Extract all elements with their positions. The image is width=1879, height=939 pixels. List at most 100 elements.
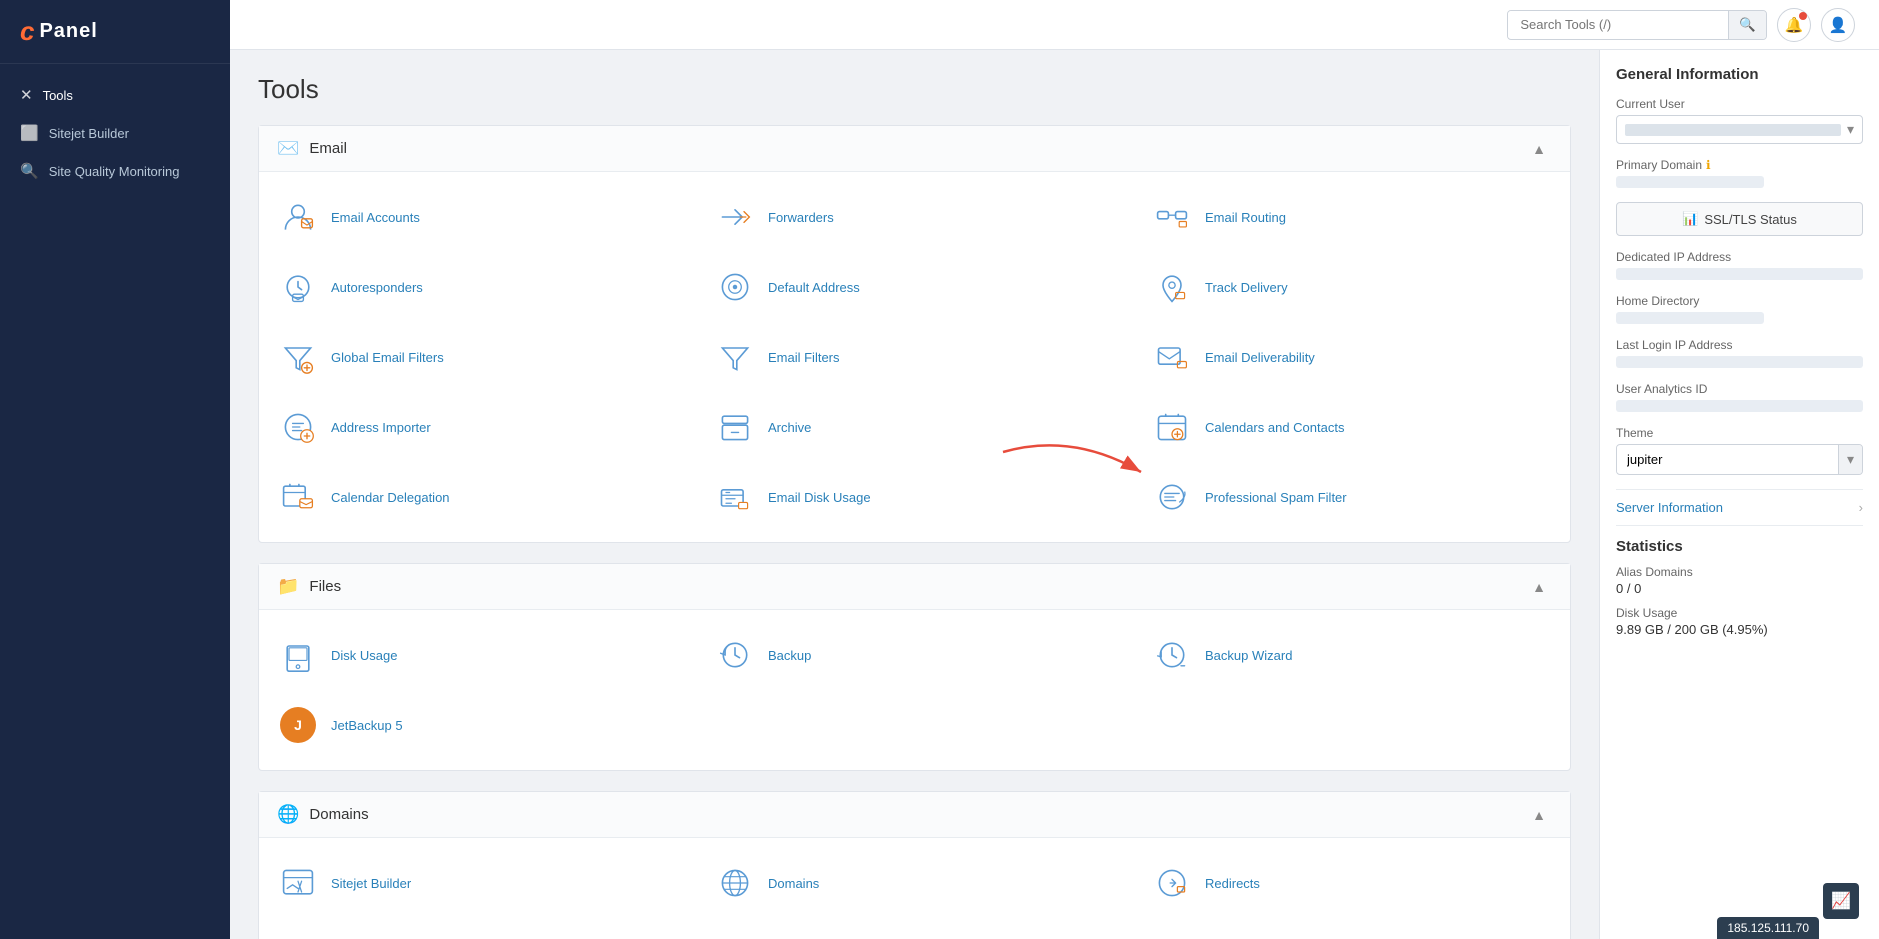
email-deliverability-icon <box>1151 336 1193 378</box>
domains-section-icon: 🌐 <box>277 804 299 825</box>
theme-select-caret: ▾ <box>1838 445 1862 474</box>
sidebar-item-sqm-label: Site Quality Monitoring <box>49 164 180 179</box>
track-delivery-label: Track Delivery <box>1205 280 1288 295</box>
theme-select-wrap: jupiter ▾ <box>1616 444 1863 475</box>
primary-domain-value <box>1616 176 1764 188</box>
notification-dot <box>1799 12 1807 20</box>
theme-select[interactable]: jupiter <box>1617 446 1838 473</box>
email-routing-icon <box>1151 196 1193 238</box>
tool-redirects[interactable]: Redirects <box>1133 848 1570 918</box>
current-user-label: Current User <box>1616 97 1863 111</box>
email-routing-label: Email Routing <box>1205 210 1286 225</box>
tool-dynamic-dns[interactable]: Dynamic DNS <box>696 918 1133 939</box>
tool-global-email-filters[interactable]: Global Email Filters <box>259 322 696 392</box>
alias-domains-stat: Alias Domains 0 / 0 <box>1616 565 1863 596</box>
domains-label: Domains <box>768 876 819 891</box>
tool-calendar-delegation[interactable]: Calendar Delegation <box>259 462 696 532</box>
track-delivery-icon <box>1151 266 1193 308</box>
home-dir-field: Home Directory <box>1616 294 1863 324</box>
email-section-title: Email <box>309 140 347 157</box>
calendars-contacts-label: Calendars and Contacts <box>1205 420 1344 435</box>
calendar-delegation-icon <box>277 476 319 518</box>
backup-wizard-icon <box>1151 634 1193 676</box>
email-accounts-label: Email Accounts <box>331 210 420 225</box>
current-user-field: Current User ▾ <box>1616 97 1863 144</box>
sidebar-item-sqm[interactable]: 🔍 Site Quality Monitoring <box>0 152 230 190</box>
user-dropdown-icon[interactable]: ▾ <box>1847 121 1854 138</box>
analytics-id-label: User Analytics ID <box>1616 382 1863 396</box>
tool-archive[interactable]: Archive <box>696 392 1133 462</box>
domains-icon <box>714 862 756 904</box>
domains-collapse-button[interactable]: ▲ <box>1526 805 1552 825</box>
dedicated-ip-field: Dedicated IP Address <box>1616 250 1863 280</box>
home-dir-label: Home Directory <box>1616 294 1863 308</box>
forwarders-label: Forwarders <box>768 210 834 225</box>
email-filters-label: Email Filters <box>768 350 840 365</box>
sitejet-label: Sitejet Builder <box>331 876 411 891</box>
tool-backup[interactable]: Backup <box>696 620 1133 690</box>
tool-track-delivery[interactable]: Track Delivery <box>1133 252 1570 322</box>
email-collapse-button[interactable]: ▲ <box>1526 139 1552 159</box>
forwarders-icon <box>714 196 756 238</box>
home-dir-value <box>1616 312 1764 324</box>
tool-default-address[interactable]: Default Address <box>696 252 1133 322</box>
last-login-label: Last Login IP Address <box>1616 338 1863 352</box>
tool-email-accounts[interactable]: Email Accounts <box>259 182 696 252</box>
domains-tools-grid: Sitejet Builder Domains <box>259 838 1570 939</box>
archive-label: Archive <box>768 420 811 435</box>
tool-backup-wizard[interactable]: Backup Wizard <box>1133 620 1570 690</box>
sidebar-item-tools-label: Tools <box>43 88 73 103</box>
disk-usage-icon <box>277 634 319 676</box>
tool-email-filters[interactable]: Email Filters <box>696 322 1133 392</box>
files-section: 📁 Files ▲ <box>258 563 1571 771</box>
analytics-id-value <box>1616 400 1863 412</box>
default-address-label: Default Address <box>768 280 860 295</box>
email-tools-grid: Email Accounts Forwarders <box>259 172 1570 542</box>
primary-domain-field: Primary Domain ℹ <box>1616 158 1863 188</box>
tool-sitejet-builder[interactable]: Sitejet Builder <box>259 848 696 918</box>
tool-email-deliverability[interactable]: Email Deliverability <box>1133 322 1570 392</box>
tool-forwarders[interactable]: Forwarders <box>696 182 1133 252</box>
search-button[interactable]: 🔍 <box>1728 11 1766 39</box>
files-collapse-button[interactable]: ▲ <box>1526 577 1552 597</box>
tool-email-routing[interactable]: Email Routing <box>1133 182 1570 252</box>
tool-zone-editor[interactable]: Zone Editor <box>259 918 696 939</box>
sidebar-nav: ✕ Tools ⬜ Sitejet Builder 🔍 Site Quality… <box>0 64 230 202</box>
archive-icon <box>714 406 756 448</box>
ssl-tls-button[interactable]: 📊 SSL/TLS Status <box>1616 202 1863 236</box>
wrench-icon: ✕ <box>20 86 33 104</box>
alias-domains-value: 0 / 0 <box>1616 581 1863 596</box>
search-input[interactable] <box>1508 11 1728 38</box>
notifications-button[interactable]: 🔔 <box>1777 8 1811 42</box>
tool-disk-usage[interactable]: Disk Usage <box>259 620 696 690</box>
tool-calendars-contacts[interactable]: Calendars and Contacts <box>1133 392 1570 462</box>
email-section-icon: ✉️ <box>277 138 299 159</box>
sidebar-item-sitejet[interactable]: ⬜ Sitejet Builder <box>0 114 230 152</box>
jetbackup-icon: J <box>277 704 319 746</box>
email-disk-label: Email Disk Usage <box>768 490 871 505</box>
chevron-right-icon: › <box>1859 500 1863 515</box>
tool-autoresponders[interactable]: Autoresponders <box>259 252 696 322</box>
global-filters-icon <box>277 336 319 378</box>
last-login-value <box>1616 356 1863 368</box>
disk-usage-stat-value: 9.89 GB / 200 GB (4.95%) <box>1616 622 1863 637</box>
files-tools-grid: Disk Usage Backup <box>259 610 1570 770</box>
calendar-delegation-label: Calendar Delegation <box>331 490 450 505</box>
domains-section-title: Domains <box>309 806 368 823</box>
tool-jetbackup[interactable]: J JetBackup 5 <box>259 690 696 760</box>
search-circle-icon: 🔍 <box>20 162 39 180</box>
analytics-id-field: User Analytics ID <box>1616 382 1863 412</box>
stats-section: Statistics Alias Domains 0 / 0 Disk Usag… <box>1616 525 1863 637</box>
spam-filter-label: Professional Spam Filter <box>1205 490 1347 505</box>
tool-address-importer[interactable]: Address Importer <box>259 392 696 462</box>
server-info-row[interactable]: Server Information › <box>1616 489 1863 525</box>
sidebar-item-tools[interactable]: ✕ Tools <box>0 76 230 114</box>
user-menu-button[interactable]: 👤 <box>1821 8 1855 42</box>
autoresponders-label: Autoresponders <box>331 280 423 295</box>
tool-professional-spam[interactable]: Professional Spam Filter <box>1133 462 1570 532</box>
info-icon: ℹ <box>1706 158 1711 172</box>
floating-analytics-button[interactable]: 📈 <box>1823 883 1859 919</box>
theme-label: Theme <box>1616 426 1863 440</box>
tool-email-disk-usage[interactable]: Email Disk Usage <box>696 462 1133 532</box>
tool-domains[interactable]: Domains <box>696 848 1133 918</box>
